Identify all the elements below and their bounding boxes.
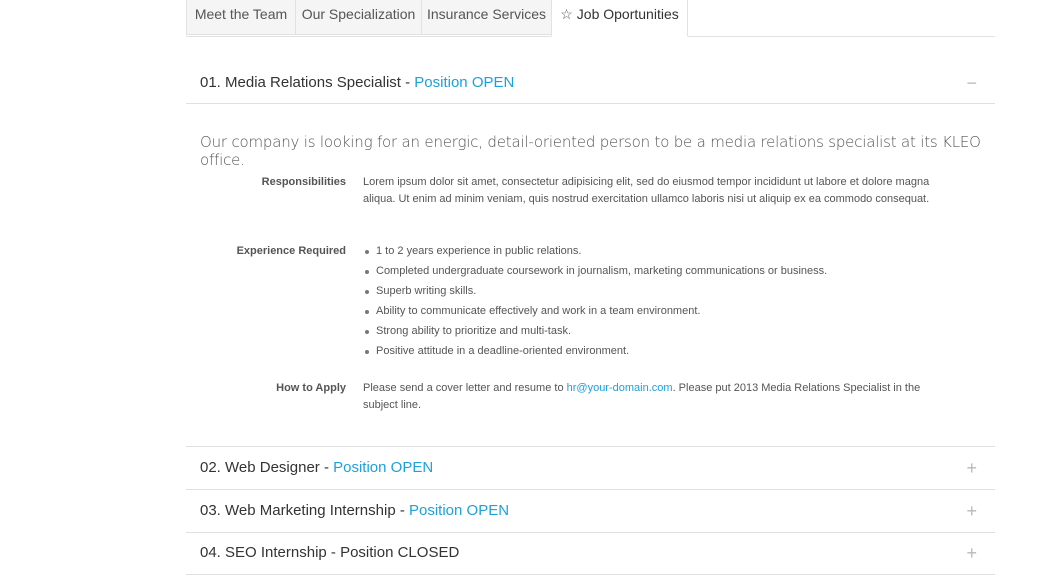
tab-label: Our Specialization — [301, 6, 416, 22]
list-item: Ability to communicate effectively and w… — [363, 303, 933, 323]
job-intro: Our company is looking for an energic, d… — [200, 133, 981, 169]
list-item: Strong ability to prioritize and multi-t… — [363, 323, 933, 343]
job-title: 03. Web Marketing Internship - — [200, 502, 405, 519]
expand-icon[interactable]: + — [966, 447, 977, 489]
tab-insurance-services[interactable]: Insurance Services — [421, 0, 552, 35]
accordion-item-media-relations: 01. Media Relations Specialist - Positio… — [186, 62, 995, 447]
experience-list: 1 to 2 years experience in public relati… — [363, 243, 933, 363]
accordion-item-seo-internship: 04. SEO Internship - Position CLOSED + — [186, 532, 995, 575]
apply-label: How to Apply — [276, 382, 346, 394]
job-title: 02. Web Designer - — [200, 459, 329, 476]
tab-meet-the-team[interactable]: Meet the Team — [186, 0, 296, 35]
job-status: Position OPEN — [333, 459, 434, 476]
job-title: 04. SEO Internship - Position CLOSED — [200, 544, 460, 561]
apply-text-before: Please send a cover letter and resume to — [363, 382, 567, 394]
responsibilities-label: Responsibilities — [261, 176, 346, 188]
accordion-header[interactable]: 03. Web Marketing Internship - Position … — [186, 490, 995, 532]
job-title: 01. Media Relations Specialist - — [200, 74, 411, 91]
accordion-header[interactable]: 01. Media Relations Specialist - Positio… — [186, 62, 995, 104]
responsibilities-text: Lorem ipsum dolor sit amet, consectetur … — [363, 176, 930, 205]
tab-our-specialization[interactable]: Our Specialization — [295, 0, 422, 35]
tab-label: Meet the Team — [194, 6, 288, 22]
accordion-item-web-marketing: 03. Web Marketing Internship - Position … — [186, 490, 995, 533]
job-status: Position OPEN — [414, 74, 515, 91]
accordion-item-web-designer: 02. Web Designer - Position OPEN + — [186, 447, 995, 490]
star-icon: ☆ — [560, 6, 573, 22]
collapse-icon[interactable]: − — [966, 62, 977, 104]
job-status: Position OPEN — [409, 502, 510, 519]
list-item: 1 to 2 years experience in public relati… — [363, 243, 933, 263]
list-item: Completed undergraduate coursework in jo… — [363, 263, 933, 283]
expand-icon[interactable]: + — [966, 490, 977, 532]
tab-label: Insurance Services — [426, 6, 547, 22]
apply-email-link[interactable]: hr@your-domain.com — [567, 382, 673, 394]
tab-job-oportunities[interactable]: ☆ Job Oportunities — [551, 0, 688, 37]
list-item: Positive attitude in a deadline-oriented… — [363, 343, 933, 363]
apply-text: Please send a cover letter and resume to… — [363, 380, 933, 414]
tab-label: Job Oportunities — [576, 6, 679, 22]
expand-icon[interactable]: + — [966, 532, 977, 574]
experience-list-wrap: 1 to 2 years experience in public relati… — [363, 243, 933, 363]
content-area: Meet the Team Our Specialization Insuran… — [186, 0, 995, 575]
experience-label: Experience Required — [236, 245, 346, 257]
tab-bar: Meet the Team Our Specialization Insuran… — [186, 0, 995, 37]
accordion-header[interactable]: 02. Web Designer - Position OPEN + — [186, 447, 995, 489]
accordion-header[interactable]: 04. SEO Internship - Position CLOSED + — [186, 532, 995, 574]
list-item: Superb writing skills. — [363, 283, 933, 303]
